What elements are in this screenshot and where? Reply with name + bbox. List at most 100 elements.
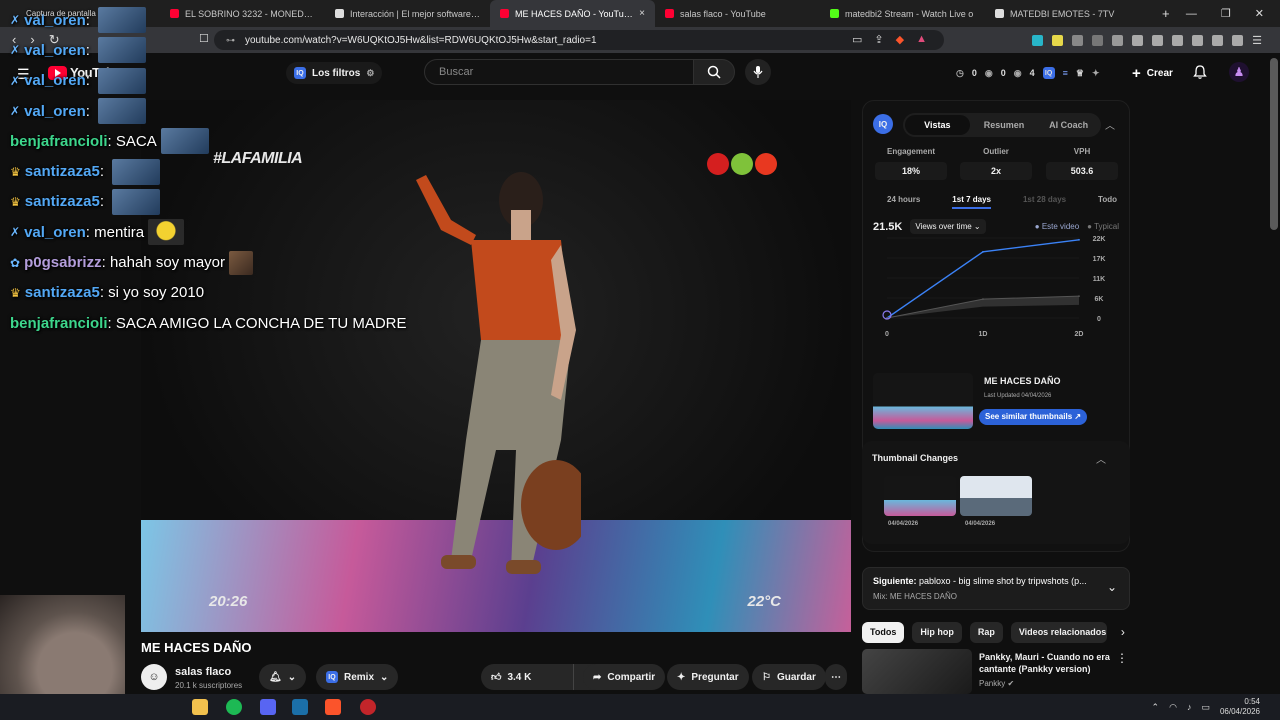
see-similar-thumbnails-button[interactable]: See similar thumbnails ↗	[979, 409, 1088, 425]
up-next-card[interactable]: Siguiente: pabloxo - big slime shot by t…	[862, 567, 1130, 610]
clock[interactable]: 0:54 06/04/2026	[1220, 697, 1260, 717]
create-button[interactable]: + Crear	[1128, 62, 1177, 84]
iq-icon[interactable]: IQ	[1042, 67, 1055, 79]
tray-chevron-icon[interactable]: ⌃	[1152, 702, 1160, 713]
list-icon[interactable]: ≡	[1063, 68, 1068, 78]
range-7d[interactable]: 1st 7 days	[952, 195, 991, 209]
minimize-button[interactable]: —	[1186, 8, 1197, 20]
y-tick-label: 11K	[1093, 276, 1105, 283]
brave-shields-icon[interactable]: ◆	[896, 33, 904, 46]
steam-icon[interactable]	[292, 699, 308, 715]
discord-icon[interactable]	[260, 699, 276, 715]
chip-todos[interactable]: Todos	[862, 621, 905, 643]
puzzle-icon[interactable]	[1092, 34, 1104, 46]
chevron-up-icon[interactable]: ︿	[1096, 451, 1106, 466]
tab-resumen[interactable]: Resumen	[972, 120, 1037, 130]
recommended-channel: Pankky ✔	[979, 679, 1014, 688]
save-button[interactable]: ⚐ Guardar	[752, 664, 826, 690]
subscribed-button[interactable]: 🔔︎ ⌄	[259, 664, 307, 690]
new-tab-button[interactable]: +	[1150, 6, 1182, 21]
voice-search-button[interactable]	[745, 59, 771, 85]
close-window-button[interactable]: ✕	[1255, 7, 1264, 20]
thumbnail-image[interactable]	[873, 373, 973, 429]
close-tab-icon[interactable]: ×	[639, 8, 645, 19]
chip-hip-hop[interactable]: Hip hop	[912, 621, 962, 643]
tab-vistas[interactable]: Vistas	[905, 115, 970, 135]
share-arrow-icon: ➦	[593, 671, 602, 683]
wifi-icon[interactable]: ◠	[1169, 702, 1177, 713]
iq-icon: IQ	[326, 671, 338, 683]
browser-tab[interactable]: salas flaco - YouTube	[655, 0, 820, 27]
cast-icon[interactable]: ▭	[852, 33, 862, 46]
media-icon[interactable]	[1152, 34, 1164, 46]
similar-label: See similar thumbnails	[985, 412, 1073, 421]
eye-icon: ◉	[984, 67, 993, 78]
leo-icon[interactable]	[1212, 34, 1224, 46]
wallet-icon[interactable]	[1192, 34, 1204, 46]
chip-rap[interactable]: Rap	[969, 621, 1003, 643]
brave-icon[interactable]	[325, 699, 341, 715]
capture-label: Captura de pantalla	[26, 9, 96, 18]
sparkle-icon[interactable]: ✦	[1092, 68, 1100, 79]
chevron-up-icon[interactable]: ︿	[1105, 117, 1115, 132]
series-point	[982, 298, 984, 300]
more-actions-button[interactable]: ⋯	[825, 664, 847, 690]
sidebar-icon[interactable]	[1172, 34, 1184, 46]
maximize-button[interactable]: ❐	[1221, 7, 1231, 20]
extension-icon[interactable]	[1052, 34, 1064, 46]
vpn-icon[interactable]	[1232, 34, 1244, 46]
thumbnail-changes-card: Thumbnail Changes ︿ 04/04/2026 04/04/202…	[862, 441, 1130, 544]
chevron-down-icon[interactable]: ⌄	[1107, 580, 1117, 594]
chevron-right-icon[interactable]: ›	[1121, 625, 1125, 639]
channel-avatar[interactable]: ☺	[141, 664, 167, 690]
share-icon[interactable]: ⇪	[874, 33, 883, 46]
x-tick-label: 1D	[979, 331, 988, 338]
range-28d[interactable]: 1st 28 days	[1023, 195, 1066, 209]
views-chart: 0 6K 11K 17K 22K 0 1D 2D	[882, 236, 1105, 338]
extension-icon[interactable]	[1112, 34, 1124, 46]
file-explorer-icon[interactable]	[192, 699, 208, 715]
brave-rewards-icon[interactable]: ▲	[916, 33, 927, 46]
volume-icon[interactable]: ♪	[1187, 702, 1192, 712]
video-overlay-temperature: 22°C	[747, 593, 781, 610]
range-24h[interactable]: 24 hours	[887, 195, 920, 209]
channel-name[interactable]: salas flaco	[175, 666, 231, 678]
notifications-bell-icon[interactable]	[1192, 64, 1208, 80]
chip-related[interactable]: Videos relacionados	[1010, 621, 1107, 643]
window-controls: — ❐ ✕	[1186, 0, 1280, 27]
browser-tab[interactable]: MATEDBI EMOTES - 7TV	[985, 0, 1150, 27]
metric-outlier: Outlier 2x	[960, 147, 1032, 180]
user-avatar[interactable]: ♟	[1229, 62, 1249, 82]
search-button[interactable]	[693, 59, 735, 85]
page-scrollbar[interactable]	[1270, 58, 1278, 230]
thumbnail-change-2[interactable]	[960, 476, 1032, 516]
battery-icon[interactable]: ▭	[1201, 702, 1210, 713]
like-button[interactable]: 👍︎ 3.4 K	[481, 664, 573, 690]
chat-separator: :	[99, 193, 109, 211]
ask-button[interactable]: ✦ Preguntar	[667, 664, 749, 690]
thumbnail-change-1[interactable]	[884, 476, 956, 516]
trophy-icon[interactable]: ♕	[1076, 68, 1084, 79]
remix-button[interactable]: IQ Remix ⌄	[316, 664, 399, 690]
series-point	[982, 250, 984, 253]
range-all[interactable]: Todo	[1098, 195, 1117, 209]
chat-text: SACA	[115, 132, 157, 150]
menu-icon[interactable]: ☰	[1252, 34, 1262, 47]
x-tick-label: 2D	[1075, 331, 1084, 338]
spotify-icon[interactable]	[226, 699, 242, 715]
browser-tab[interactable]: ME HACES DAÑO - YouTube ×	[490, 0, 655, 27]
more-vert-icon[interactable]: ⋮	[1116, 651, 1128, 665]
share-button[interactable]: ➦ Compartir	[583, 664, 666, 690]
chat-emote	[98, 98, 147, 125]
download-icon[interactable]	[1132, 34, 1144, 46]
recommended-video[interactable]: Pankky, Mauri - Cuando no era cantante (…	[862, 649, 1130, 694]
browser-tab[interactable]: matedbi2 Stream - Watch Live o	[820, 0, 985, 27]
tab-ai-coach[interactable]: AI Coach	[1036, 120, 1101, 130]
chevron-down-icon: ⌄	[287, 671, 297, 683]
chat-badge-icon: ✗	[10, 104, 21, 119]
extension-icon[interactable]	[1032, 34, 1044, 46]
chat-message: ♛ santizaza5: si yo soy 2010	[10, 278, 470, 308]
extension-icon[interactable]	[1072, 34, 1084, 46]
app-icon[interactable]	[360, 699, 376, 715]
chat-username: santizaza5	[24, 163, 100, 181]
